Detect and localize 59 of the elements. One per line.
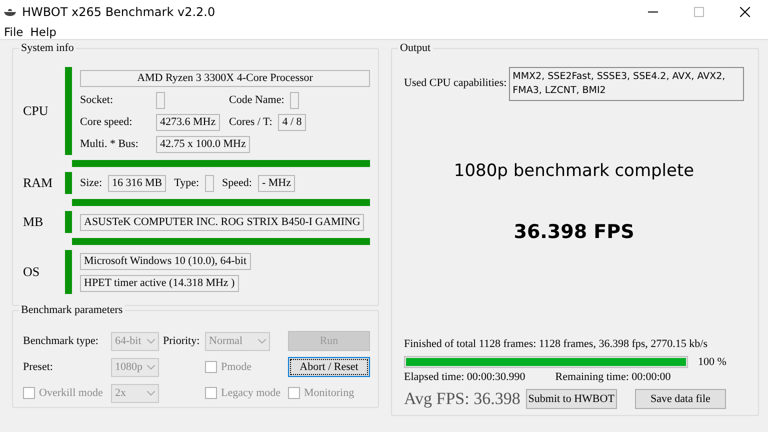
field-label: Cores / T: <box>229 116 272 128</box>
caret-icon <box>147 390 155 396</box>
percent-text: 100 % <box>698 356 726 368</box>
field-label: Priority: <box>163 335 200 347</box>
menu-item[interactable]: File <box>0 24 26 39</box>
button[interactable]: Save data file <box>634 389 726 409</box>
caret-icon <box>147 338 155 344</box>
field-label: Multi. * Bus: <box>80 138 140 150</box>
close-icon[interactable] <box>740 7 750 17</box>
field-label: Size: <box>80 177 102 189</box>
maximize-icon[interactable] <box>694 7 704 17</box>
menu-item[interactable]: Help <box>26 24 60 39</box>
field-label: Benchmark type: <box>23 335 98 347</box>
value-field <box>156 92 165 108</box>
group-title: Output <box>398 42 433 54</box>
checkbox-label: Overkill mode <box>39 387 103 399</box>
field-label: Core speed: <box>80 116 134 128</box>
dish-icon <box>4 7 16 17</box>
caret-icon <box>147 364 155 370</box>
section-label: RAM <box>22 174 54 192</box>
group-title: System info <box>19 42 76 54</box>
value-field: 42.75 x 100.0 MHz <box>156 136 250 152</box>
accent-bar <box>65 172 72 194</box>
checkbox-label: Pmode <box>221 361 252 373</box>
value-field: MMX2, SSE2Fast, SSSE3, SSE4.2, AVX, AVX2, FMA3, LZCNT, BMI2 <box>508 67 744 101</box>
button[interactable]: Submit to HWBOT <box>526 389 617 409</box>
field-label: Code Name: <box>229 94 284 106</box>
progress-text: Finished of total 1128 frames: 1128 frames, 36.398 fps, 2770.15 kb/s <box>404 338 708 350</box>
section-label: MB <box>22 213 44 231</box>
checkbox-label: Legacy mode <box>221 387 281 399</box>
caret-icon <box>258 338 266 344</box>
section-label: CPU <box>22 102 50 120</box>
group-title: Benchmark parameters <box>19 304 125 316</box>
value-field: HPET timer active (14.318 MHz ) <box>80 274 239 292</box>
accent-bar <box>65 250 72 294</box>
value-field: 4 / 8 <box>278 114 306 130</box>
remaining-text: Remaining time: 00:00:00 <box>555 371 671 383</box>
average-fps: Avg FPS: 36.398 <box>404 389 522 409</box>
value-field: 16 316 MB <box>108 174 166 192</box>
window-title: HWBOT x265 Benchmark v2.2.0 <box>22 5 216 19</box>
value-field: AMD Ryzen 3 3300X 4-Core Processor <box>80 70 370 86</box>
field-label: Preset: <box>23 361 53 373</box>
value-field <box>205 174 214 192</box>
value-field <box>290 92 300 108</box>
accent-bar <box>65 211 72 233</box>
value-field: ASUSTeK COMPUTER INC. ROG STRIX B450-I GAMING <box>80 214 364 230</box>
result-text: 36.398 FPS <box>512 221 636 243</box>
value-field: Microsoft Windows 10 (10.0), 64-bit <box>80 252 251 270</box>
section-label: OS <box>22 263 41 281</box>
checkbox-label: Monitoring <box>304 387 354 399</box>
field-label: Type: <box>174 177 200 189</box>
status-text: 1080p benchmark complete <box>452 161 696 181</box>
field-label: Socket: <box>80 94 114 106</box>
value-field: 4273.6 MHz <box>156 114 220 130</box>
elapsed-text: Elapsed time: 00:00:30.990 <box>404 371 526 383</box>
button[interactable]: Abort / Reset <box>288 357 370 377</box>
field-label: Used CPU capabilities: <box>404 77 507 89</box>
value-field: - MHz <box>258 174 295 192</box>
field-label: Speed: <box>222 177 252 189</box>
